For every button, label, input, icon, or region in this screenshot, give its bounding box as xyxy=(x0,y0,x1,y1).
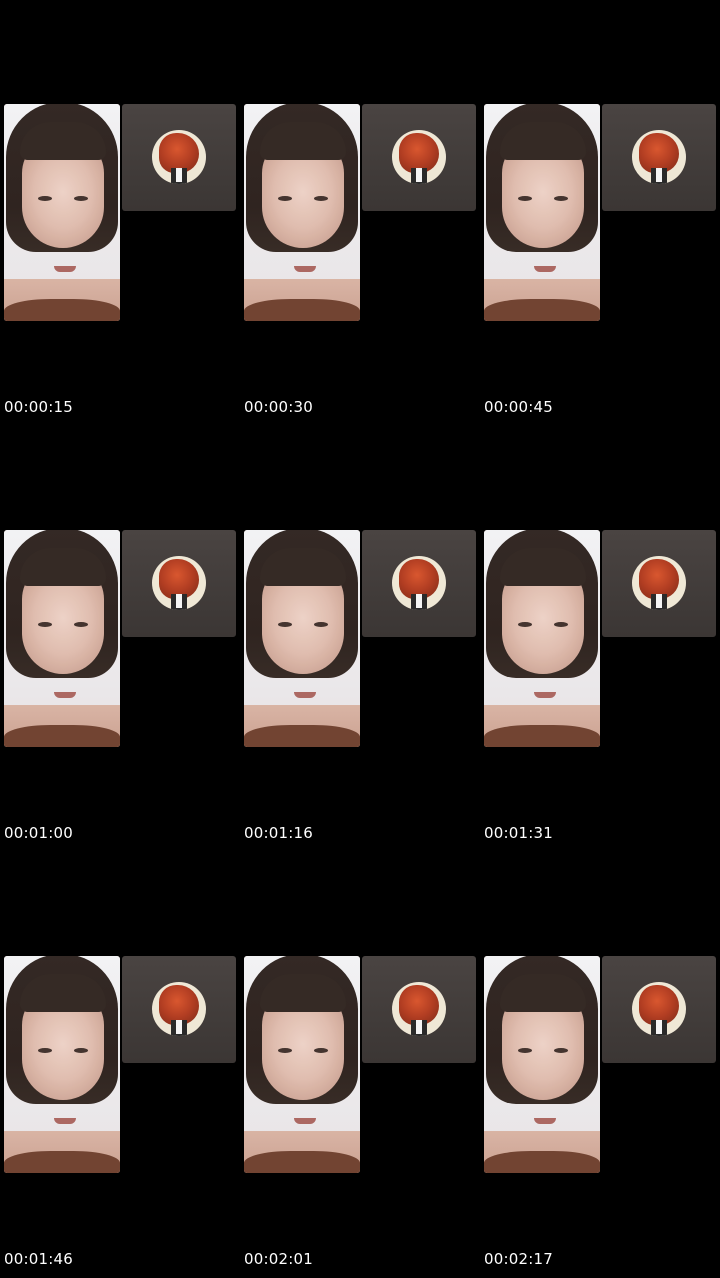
caller-avatar-icon xyxy=(632,982,686,1036)
thumbnail-cell[interactable]: 00:01:46 xyxy=(0,852,240,1278)
thumbnail-timestamp: 00:00:30 xyxy=(244,398,313,416)
thumbnail-cell[interactable]: 00:00:30 xyxy=(240,0,480,426)
thumbnail-timestamp: 00:00:15 xyxy=(4,398,73,416)
caller-avatar-icon xyxy=(632,556,686,610)
thumbnail-cell[interactable]: 00:02:01 xyxy=(240,852,480,1278)
pip-video-tile xyxy=(362,104,476,211)
pip-video-tile xyxy=(122,530,236,637)
pip-video-tile xyxy=(122,956,236,1063)
thumbnail-cell[interactable]: 00:01:00 xyxy=(0,426,240,852)
thumbnail-timestamp: 00:01:46 xyxy=(4,1250,73,1268)
caller-avatar-icon xyxy=(392,556,446,610)
thumbnail-timestamp: 00:01:31 xyxy=(484,824,553,842)
thumbnail-timestamp: 00:02:17 xyxy=(484,1250,553,1268)
pip-video-tile xyxy=(122,104,236,211)
thumbnail-timestamp: 00:01:16 xyxy=(244,824,313,842)
main-video-frame xyxy=(4,530,120,747)
main-video-frame xyxy=(4,956,120,1173)
main-video-frame xyxy=(4,104,120,321)
thumbnail-cell[interactable]: 00:02:17 xyxy=(480,852,720,1278)
thumbnail-cell[interactable]: 00:01:16 xyxy=(240,426,480,852)
caller-avatar-icon xyxy=(152,130,206,184)
caller-avatar-icon xyxy=(392,982,446,1036)
main-video-frame xyxy=(484,956,600,1173)
thumbnail-timestamp: 00:01:00 xyxy=(4,824,73,842)
main-video-frame xyxy=(244,956,360,1173)
main-video-frame xyxy=(484,530,600,747)
thumbnail-cell[interactable]: 00:00:15 xyxy=(0,0,240,426)
thumbnail-timestamp: 00:00:45 xyxy=(484,398,553,416)
caller-avatar-icon xyxy=(632,130,686,184)
pip-video-tile xyxy=(602,104,716,211)
pip-video-tile xyxy=(362,956,476,1063)
main-video-frame xyxy=(244,104,360,321)
caller-avatar-icon xyxy=(152,982,206,1036)
pip-video-tile xyxy=(362,530,476,637)
caller-avatar-icon xyxy=(392,130,446,184)
pip-video-tile xyxy=(602,956,716,1063)
thumbnail-cell[interactable]: 00:01:31 xyxy=(480,426,720,852)
main-video-frame xyxy=(484,104,600,321)
caller-avatar-icon xyxy=(152,556,206,610)
video-thumbnail-grid: 00:00:15 00:00:30 00:00:45 00:01:00 00:0… xyxy=(0,0,720,1278)
main-video-frame xyxy=(244,530,360,747)
thumbnail-timestamp: 00:02:01 xyxy=(244,1250,313,1268)
thumbnail-cell[interactable]: 00:00:45 xyxy=(480,0,720,426)
pip-video-tile xyxy=(602,530,716,637)
